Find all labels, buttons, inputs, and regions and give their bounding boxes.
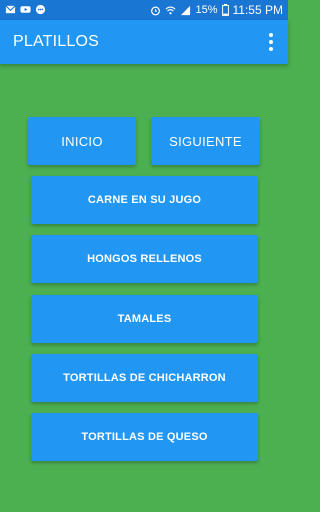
inicio-button[interactable]: INICIO	[28, 117, 136, 165]
clock: 11:55 PM	[232, 3, 283, 17]
chat-icon	[35, 4, 46, 15]
dish-button-hongos-rellenos[interactable]: HONGOS RELLENOS	[31, 235, 258, 283]
status-bar: 15% 11:55 PM	[0, 0, 288, 20]
app-bar: PLATILLOS	[0, 20, 288, 64]
overflow-dot	[269, 33, 273, 37]
status-bar-left	[5, 4, 46, 15]
overflow-dot	[269, 47, 273, 51]
notification-icon	[5, 5, 16, 14]
dish-button-tortillas-de-queso[interactable]: TORTILLAS DE QUESO	[31, 413, 258, 461]
dish-button-tortillas-de-chicharron[interactable]: TORTILLAS DE CHICHARRON	[31, 354, 258, 402]
battery-icon	[221, 4, 229, 16]
youtube-icon	[20, 6, 31, 13]
siguiente-button[interactable]: SIGUIENTE	[151, 117, 260, 165]
status-bar-right: 15% 11:55 PM	[150, 3, 283, 17]
battery-percent: 15%	[195, 4, 218, 16]
alarm-icon	[151, 6, 161, 15]
page-title: PLATILLOS	[13, 33, 99, 50]
overflow-menu-icon[interactable]	[264, 32, 278, 52]
dish-button-carne-en-su-jugo[interactable]: CARNE EN SU JUGO	[31, 176, 258, 224]
overflow-dot	[269, 40, 273, 44]
wifi-icon	[166, 5, 176, 14]
signal-icon	[181, 5, 191, 15]
dish-button-tamales[interactable]: TAMALES	[31, 295, 258, 343]
